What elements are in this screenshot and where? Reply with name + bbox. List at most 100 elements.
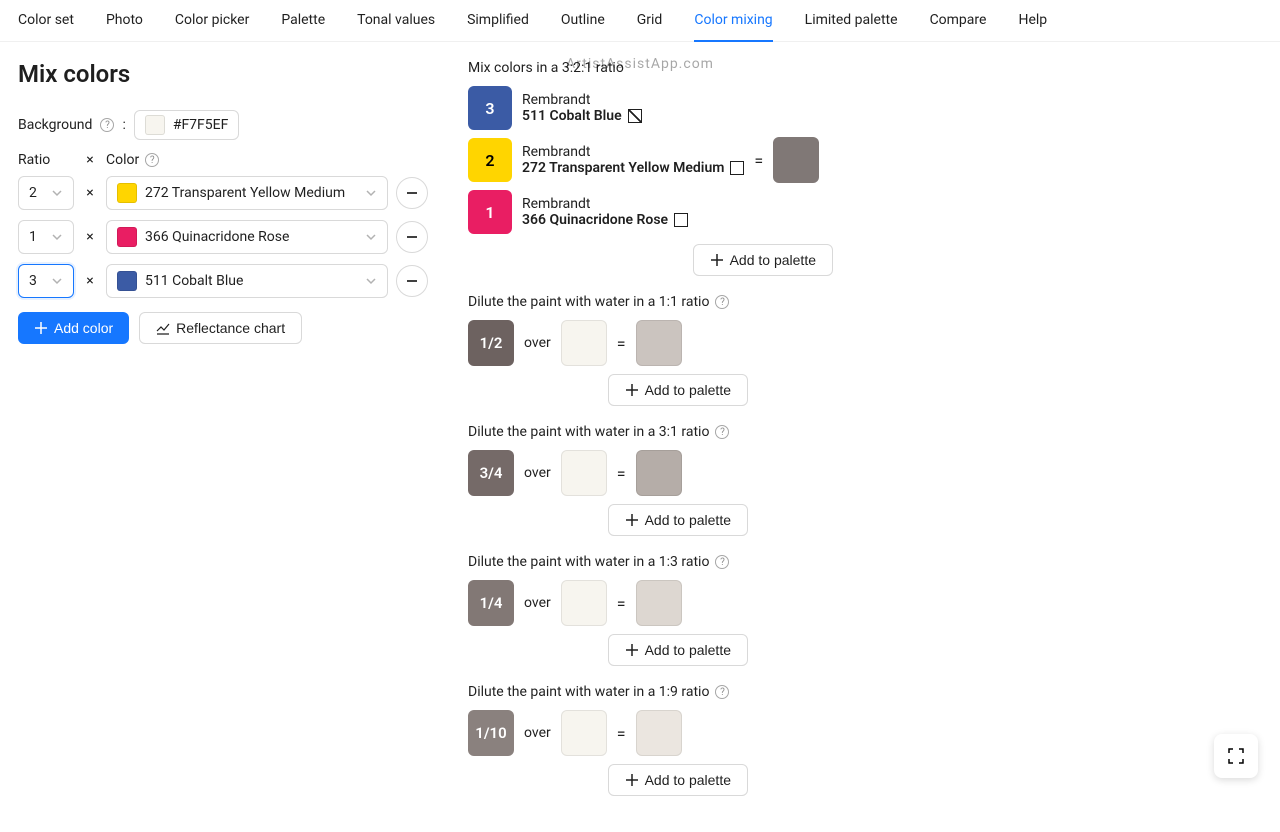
paint-ratio-chip: 3: [468, 86, 512, 130]
equals-sign: =: [617, 334, 626, 353]
paint-ratio-chip: 1: [468, 190, 512, 234]
dilution-header: Dilute the paint with water in a 1:9 rat…: [468, 684, 709, 700]
paint-ratio-chip: 2: [468, 138, 512, 182]
background-swatch: [561, 580, 607, 626]
ratio-header: Ratio: [18, 152, 74, 168]
opacity-icon: [674, 213, 688, 227]
tab-photo[interactable]: Photo: [106, 0, 143, 41]
fraction-chip: 1/4: [468, 580, 514, 626]
background-input[interactable]: #F7F5EF: [134, 110, 240, 140]
background-swatch: [561, 450, 607, 496]
over-label: over: [524, 725, 551, 741]
add-to-palette-button[interactable]: Add to palette: [608, 504, 748, 536]
plus-icon: [710, 253, 724, 267]
watermark: ArtistAssistApp.com: [566, 56, 714, 72]
tab-tonal-values[interactable]: Tonal values: [357, 0, 435, 41]
help-icon[interactable]: ?: [100, 118, 114, 132]
plus-icon: [625, 383, 639, 397]
plus-icon: [34, 321, 48, 335]
chart-icon: [156, 321, 170, 335]
tab-simplified[interactable]: Simplified: [467, 0, 529, 41]
add-to-palette-button[interactable]: Add to palette: [693, 244, 833, 276]
remove-color-button[interactable]: [396, 221, 428, 253]
paint-brand: Rembrandt: [522, 92, 642, 108]
background-swatch: [561, 320, 607, 366]
ratio-select[interactable]: 1: [18, 220, 74, 254]
paint-item: 2Rembrandt272 Transparent Yellow Medium: [468, 138, 744, 182]
tab-color-picker[interactable]: Color picker: [175, 0, 249, 41]
times-symbol: ×: [82, 229, 98, 245]
add-to-palette-button[interactable]: Add to palette: [608, 634, 748, 666]
page-title: Mix colors: [18, 60, 428, 88]
minus-icon: [406, 231, 418, 243]
dilution-header: Dilute the paint with water in a 1:1 rat…: [468, 294, 709, 310]
fullscreen-button[interactable]: [1214, 734, 1258, 778]
minus-icon: [406, 187, 418, 199]
tab-palette[interactable]: Palette: [281, 0, 325, 41]
background-swatch: [561, 710, 607, 756]
equals-sign: =: [754, 151, 763, 170]
help-icon[interactable]: ?: [715, 295, 729, 309]
color-header: Color: [106, 152, 139, 168]
over-label: over: [524, 465, 551, 481]
fraction-chip: 1/2: [468, 320, 514, 366]
help-icon[interactable]: ?: [715, 425, 729, 439]
plus-icon: [625, 773, 639, 787]
paint-name: 511 Cobalt Blue: [522, 108, 642, 124]
fraction-chip: 3/4: [468, 450, 514, 496]
ratio-select[interactable]: 2: [18, 176, 74, 210]
plus-icon: [625, 513, 639, 527]
paint-name: 366 Quinacridone Rose: [522, 212, 688, 228]
dilution-header: Dilute the paint with water in a 1:3 rat…: [468, 554, 709, 570]
paint-item: 1 Rembrandt366 Quinacridone Rose: [468, 190, 744, 234]
equals-sign: =: [617, 724, 626, 743]
over-label: over: [524, 335, 551, 351]
chevron-down-icon: [51, 231, 63, 243]
tab-color-set[interactable]: Color set: [18, 0, 74, 41]
times-symbol: ×: [82, 273, 98, 289]
tab-compare[interactable]: Compare: [930, 0, 987, 41]
add-to-palette-button[interactable]: Add to palette: [608, 374, 748, 406]
tab-color-mixing[interactable]: Color mixing: [694, 0, 772, 42]
help-icon[interactable]: ?: [145, 153, 159, 167]
tab-help[interactable]: Help: [1018, 0, 1047, 41]
dilution-result-swatch: [636, 580, 682, 626]
chevron-down-icon: [365, 231, 377, 243]
dilution-result-swatch: [636, 450, 682, 496]
dilution-result-swatch: [636, 710, 682, 756]
expand-icon: [1227, 747, 1245, 765]
minus-icon: [406, 275, 418, 287]
ratio-select[interactable]: 3: [18, 264, 74, 298]
equals-sign: =: [617, 464, 626, 483]
times-symbol: ×: [82, 152, 98, 168]
paint-name: 272 Transparent Yellow Medium: [522, 160, 744, 176]
help-icon[interactable]: ?: [715, 685, 729, 699]
paint-item: 3 Rembrandt511 Cobalt Blue: [468, 86, 744, 130]
result-swatch: [773, 137, 819, 183]
tab-grid[interactable]: Grid: [637, 0, 663, 41]
color-select[interactable]: 511 Cobalt Blue: [106, 264, 388, 298]
remove-color-button[interactable]: [396, 177, 428, 209]
add-color-button[interactable]: Add color: [18, 312, 129, 344]
dilution-header: Dilute the paint with water in a 3:1 rat…: [468, 424, 709, 440]
over-label: over: [524, 595, 551, 611]
chevron-down-icon: [365, 275, 377, 287]
chevron-down-icon: [365, 187, 377, 199]
opacity-icon: [730, 161, 744, 175]
chevron-down-icon: [51, 187, 63, 199]
color-select[interactable]: 272 Transparent Yellow Medium: [106, 176, 388, 210]
tab-outline[interactable]: Outline: [561, 0, 605, 41]
plus-icon: [625, 643, 639, 657]
fraction-chip: 1/10: [468, 710, 514, 756]
reflectance-chart-button[interactable]: Reflectance chart: [139, 312, 302, 344]
paint-brand: Rembrandt: [522, 196, 688, 212]
opacity-icon: [628, 109, 642, 123]
background-label: Background: [18, 117, 92, 133]
tabs-bar: Color set Photo Color picker Palette Tonal v…: [0, 0, 1280, 42]
help-icon[interactable]: ?: [715, 555, 729, 569]
add-to-palette-button[interactable]: Add to palette: [608, 764, 748, 796]
remove-color-button[interactable]: [396, 265, 428, 297]
tab-limited-palette[interactable]: Limited palette: [805, 0, 898, 41]
color-select[interactable]: 366 Quinacridone Rose: [106, 220, 388, 254]
dilution-result-swatch: [636, 320, 682, 366]
